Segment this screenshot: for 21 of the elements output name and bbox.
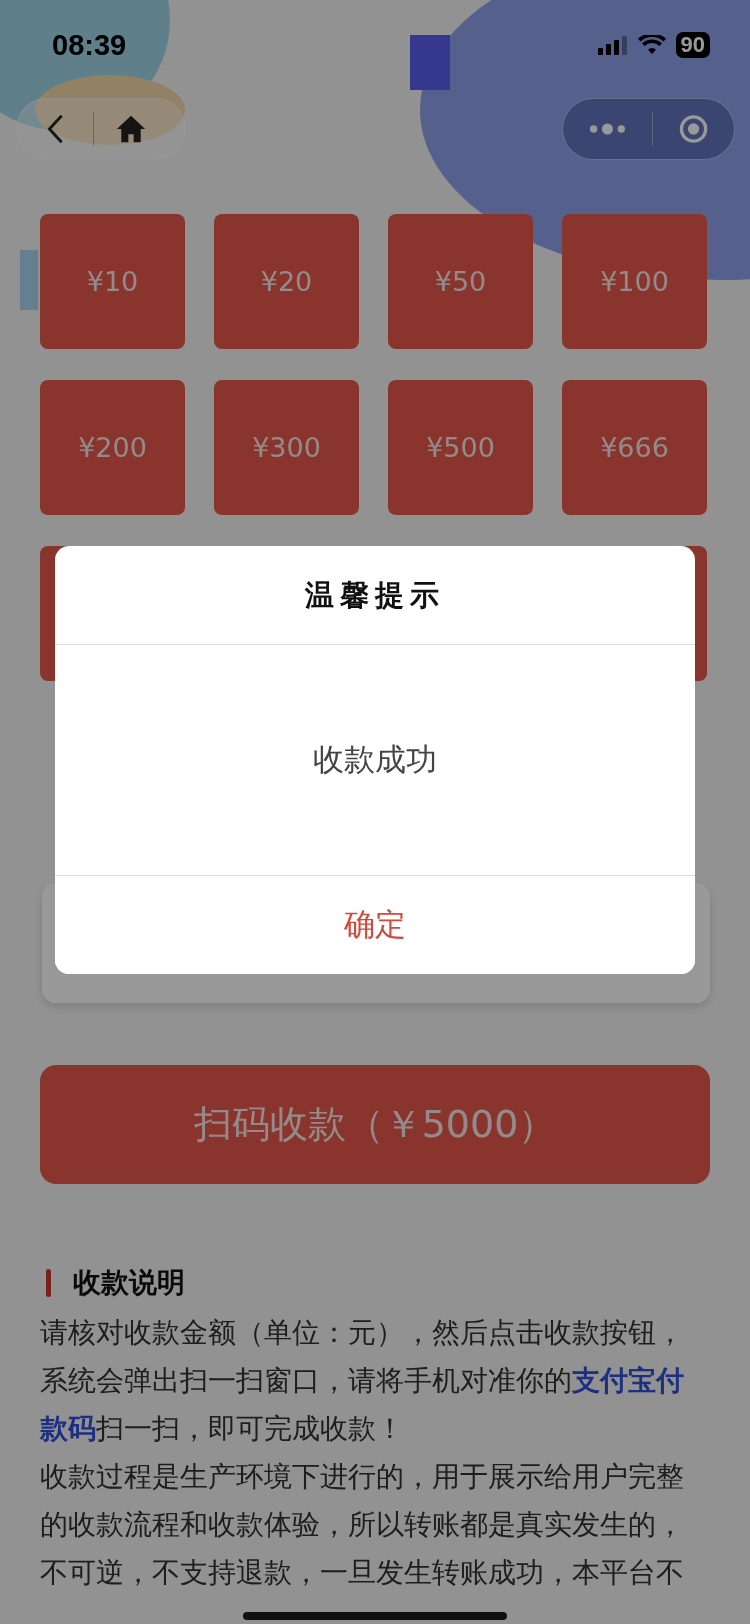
heading-bar — [46, 1269, 51, 1297]
instruction-paragraph: 请核对收款金额（单位：元），然后点击收款按钮，系统会弹出扫一扫窗口，请将手机对准你的支付宝付款码扫一扫，即可完成收款！ — [40, 1315, 685, 1446]
dialog-title: 温馨提示 — [55, 546, 695, 645]
amount-button[interactable]: ¥300 — [214, 380, 359, 515]
wifi-icon — [637, 35, 666, 55]
amount-button[interactable]: ¥200 — [40, 380, 185, 515]
amount-button[interactable]: ¥666 — [562, 380, 707, 515]
amount-button[interactable]: ¥10 — [40, 214, 185, 349]
amount-button[interactable]: ¥100 — [562, 214, 707, 349]
more-icon[interactable] — [589, 122, 626, 136]
dialog-message: 收款成功 — [313, 740, 437, 779]
amount-button[interactable]: ¥20 — [214, 214, 359, 349]
battery-level: 90 — [675, 32, 710, 58]
amount-button[interactable]: ¥50 — [388, 214, 533, 349]
section-title: 收款说明 — [73, 1265, 185, 1301]
home-icon[interactable] — [116, 113, 146, 145]
close-icon[interactable] — [678, 113, 708, 145]
instruction-paragraph: 收款过程是生产环境下进行的，用于展示给用户完整的收款流程和收款体验，所以转账都是真实发生的，不可逆，不支持退款，一旦发生转账成功，本平台不 — [40, 1459, 685, 1590]
status-time: 08:39 — [52, 28, 127, 62]
amount-button[interactable]: ¥500 — [388, 380, 533, 515]
pay-button[interactable]: 扫码收款（￥5000） — [40, 1065, 710, 1184]
